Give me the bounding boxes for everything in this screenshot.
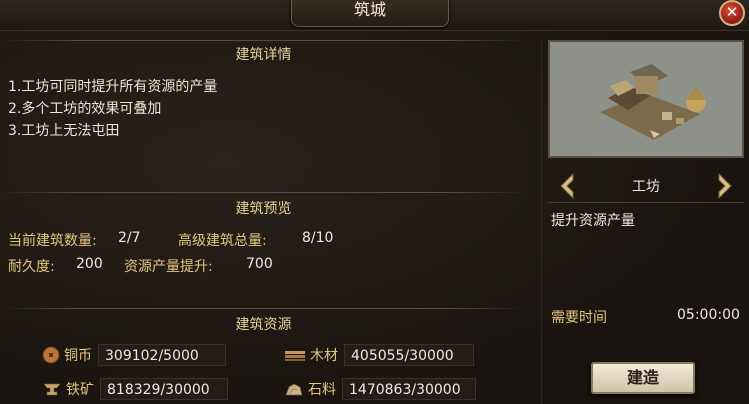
resource-stone: 石料 1470863/30000 bbox=[284, 378, 476, 400]
next-arrow-icon[interactable] bbox=[716, 172, 734, 200]
window-title: 筑城 bbox=[291, 0, 449, 27]
title-bar: 筑城 ✕ bbox=[0, 0, 749, 31]
advanced-total-label: 高级建筑总量: bbox=[178, 233, 267, 249]
info-panel: 建筑详情 1.工坊可同时提升所有资源的产量 2.多个工坊的效果可叠加 3.工坊上… bbox=[0, 40, 527, 404]
workshop-illustration-icon bbox=[550, 42, 742, 156]
production-label: 资源产量提升: bbox=[124, 259, 213, 275]
iron-value: 818329/30000 bbox=[100, 378, 228, 400]
detail-line-3: 3.工坊上无法屯田 bbox=[8, 123, 120, 139]
advanced-total-value: 8/10 bbox=[302, 230, 334, 246]
preview-heading: 建筑预览 bbox=[235, 201, 292, 217]
stone-label: 石料 bbox=[308, 382, 336, 398]
resource-wood: 木材 405055/30000 bbox=[284, 344, 474, 366]
resource-copper: 铜币 309102/5000 bbox=[42, 344, 226, 366]
durability-value: 200 bbox=[76, 256, 103, 272]
current-count-label: 当前建筑数量: bbox=[8, 233, 97, 249]
wood-icon bbox=[285, 351, 305, 361]
section-divider bbox=[0, 192, 527, 193]
copper-value: 309102/5000 bbox=[98, 344, 226, 366]
detail-line-1: 1.工坊可同时提升所有资源的产量 bbox=[8, 79, 218, 95]
wood-label: 木材 bbox=[310, 348, 338, 364]
current-count-value: 2/7 bbox=[118, 230, 141, 246]
build-window: 筑城 ✕ 建筑详情 1.工坊可同时提升所有资源的产量 2.多个工坊的效果可叠加 … bbox=[0, 0, 749, 404]
building-panel: 工坊 提升资源产量 需要时间 05:00:00 建造 bbox=[541, 40, 749, 404]
building-image bbox=[548, 40, 744, 158]
copper-label: 铜币 bbox=[64, 348, 92, 364]
details-heading: 建筑详情 bbox=[235, 47, 292, 63]
copper-coin-icon bbox=[42, 346, 60, 364]
building-selector: 工坊 bbox=[548, 166, 744, 203]
build-time-value: 05:00:00 bbox=[677, 307, 740, 323]
production-value: 700 bbox=[246, 256, 273, 272]
detail-line-2: 2.多个工坊的效果可叠加 bbox=[8, 101, 162, 117]
previous-arrow-icon[interactable] bbox=[558, 172, 576, 200]
section-divider bbox=[0, 308, 527, 309]
iron-label: 铁矿 bbox=[66, 382, 94, 398]
stone-value: 1470863/30000 bbox=[342, 378, 476, 400]
wood-value: 405055/30000 bbox=[344, 344, 474, 366]
resource-iron: 铁矿 818329/30000 bbox=[42, 378, 228, 400]
building-description: 提升资源产量 bbox=[551, 213, 635, 229]
iron-anvil-icon bbox=[43, 383, 61, 396]
stone-icon bbox=[285, 383, 303, 396]
build-time-label: 需要时间 bbox=[551, 310, 607, 326]
resources-heading: 建筑资源 bbox=[235, 317, 292, 333]
section-divider bbox=[0, 40, 527, 41]
build-button[interactable]: 建造 bbox=[591, 362, 695, 394]
durability-label: 耐久度: bbox=[8, 259, 55, 275]
close-button[interactable]: ✕ bbox=[719, 0, 745, 26]
building-name: 工坊 bbox=[632, 179, 660, 195]
